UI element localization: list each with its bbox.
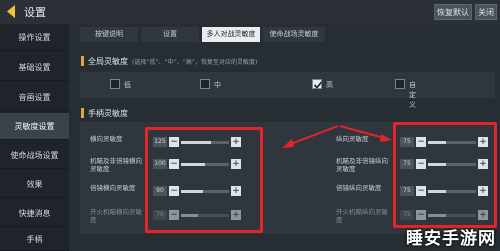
global-sensitivity-hint: (选择“低”、“中”、“高”，恢复至对应的灵敏度) bbox=[132, 59, 258, 66]
sidebar-item-operation[interactable]: 操作设置 bbox=[0, 24, 69, 51]
sidebar-item-effects[interactable]: 效果 bbox=[0, 171, 69, 198]
sidebar-item-battlefield[interactable]: 使命战场设置 bbox=[0, 142, 69, 169]
radio-label-custom: 自定义 bbox=[409, 81, 416, 109]
reset-default-button[interactable]: 恢复默认 bbox=[434, 4, 472, 20]
sensitivity-label: 横向灵敏度 bbox=[90, 135, 123, 143]
radio-box-high[interactable] bbox=[312, 79, 323, 89]
global-sensitivity-label: 全局灵敏度 bbox=[88, 57, 128, 66]
sensitivity-label: 开火机瞄横向灵敏度 bbox=[90, 208, 142, 224]
radio-box-low[interactable] bbox=[110, 79, 120, 89]
sensitivity-label: 开火机瞄纵向灵敏度 bbox=[336, 208, 388, 224]
controller-sensitivity-title: 手柄灵敏度 bbox=[88, 109, 128, 118]
sidebar-item-sensitivity[interactable]: 灵敏度设置 bbox=[0, 113, 69, 140]
sidebar: 操作设置 基础设置 音画设置 灵敏度设置 使命战场设置 效果 快捷消息 手柄 bbox=[0, 24, 69, 251]
section-marker bbox=[81, 56, 84, 66]
left-highlight-box bbox=[145, 127, 263, 233]
sidebar-item-basic[interactable]: 基础设置 bbox=[0, 54, 69, 81]
sensitivity-label: 倍镜纵向灵敏度 bbox=[336, 184, 382, 192]
sidebar-item-controller[interactable]: 手柄 bbox=[0, 229, 69, 251]
back-icon[interactable] bbox=[3, 3, 20, 20]
radio-label-low: 低 bbox=[124, 81, 131, 89]
arrow-icon bbox=[282, 125, 392, 148]
sensitivity-label: 机瞄及非倍镜纵向灵敏度 bbox=[336, 157, 388, 173]
right-highlight-box bbox=[393, 122, 497, 228]
global-sensitivity-title: 全局灵敏度 (选择“低”、“中”、“高”，恢复至对应的灵敏度) bbox=[88, 56, 257, 67]
tab-settings[interactable]: 设置 bbox=[141, 27, 199, 42]
section-marker bbox=[81, 108, 84, 118]
sensitivity-label: 机瞄及非倍镜横向灵敏度 bbox=[90, 157, 142, 173]
watermark: 睡安手游网 bbox=[406, 229, 496, 249]
tab-multiplayer-sensitivity[interactable]: 多人对战灵敏度 bbox=[202, 27, 260, 42]
radio-box-custom[interactable] bbox=[395, 79, 405, 89]
radio-label-medium: 中 bbox=[214, 81, 221, 89]
top-bar: 设置 恢复默认 关闭 bbox=[0, 0, 500, 24]
sidebar-item-quick-messages[interactable]: 快捷消息 bbox=[0, 200, 69, 227]
sidebar-item-audio-video[interactable]: 音画设置 bbox=[0, 84, 69, 111]
sensitivity-label: 倍镜横向灵敏度 bbox=[90, 184, 136, 192]
radio-box-medium[interactable] bbox=[200, 79, 210, 89]
global-sensitivity-panel bbox=[80, 72, 495, 98]
tab-battlefield-sensitivity[interactable]: 使命战场灵敏度 bbox=[263, 27, 325, 42]
close-button[interactable]: 关闭 bbox=[475, 4, 497, 20]
tab-key-guide[interactable]: 按键说明 bbox=[80, 27, 138, 42]
radio-label-high: 高 bbox=[326, 81, 333, 89]
page-title: 设置 bbox=[24, 6, 46, 19]
checkmark-icon bbox=[313, 81, 323, 89]
